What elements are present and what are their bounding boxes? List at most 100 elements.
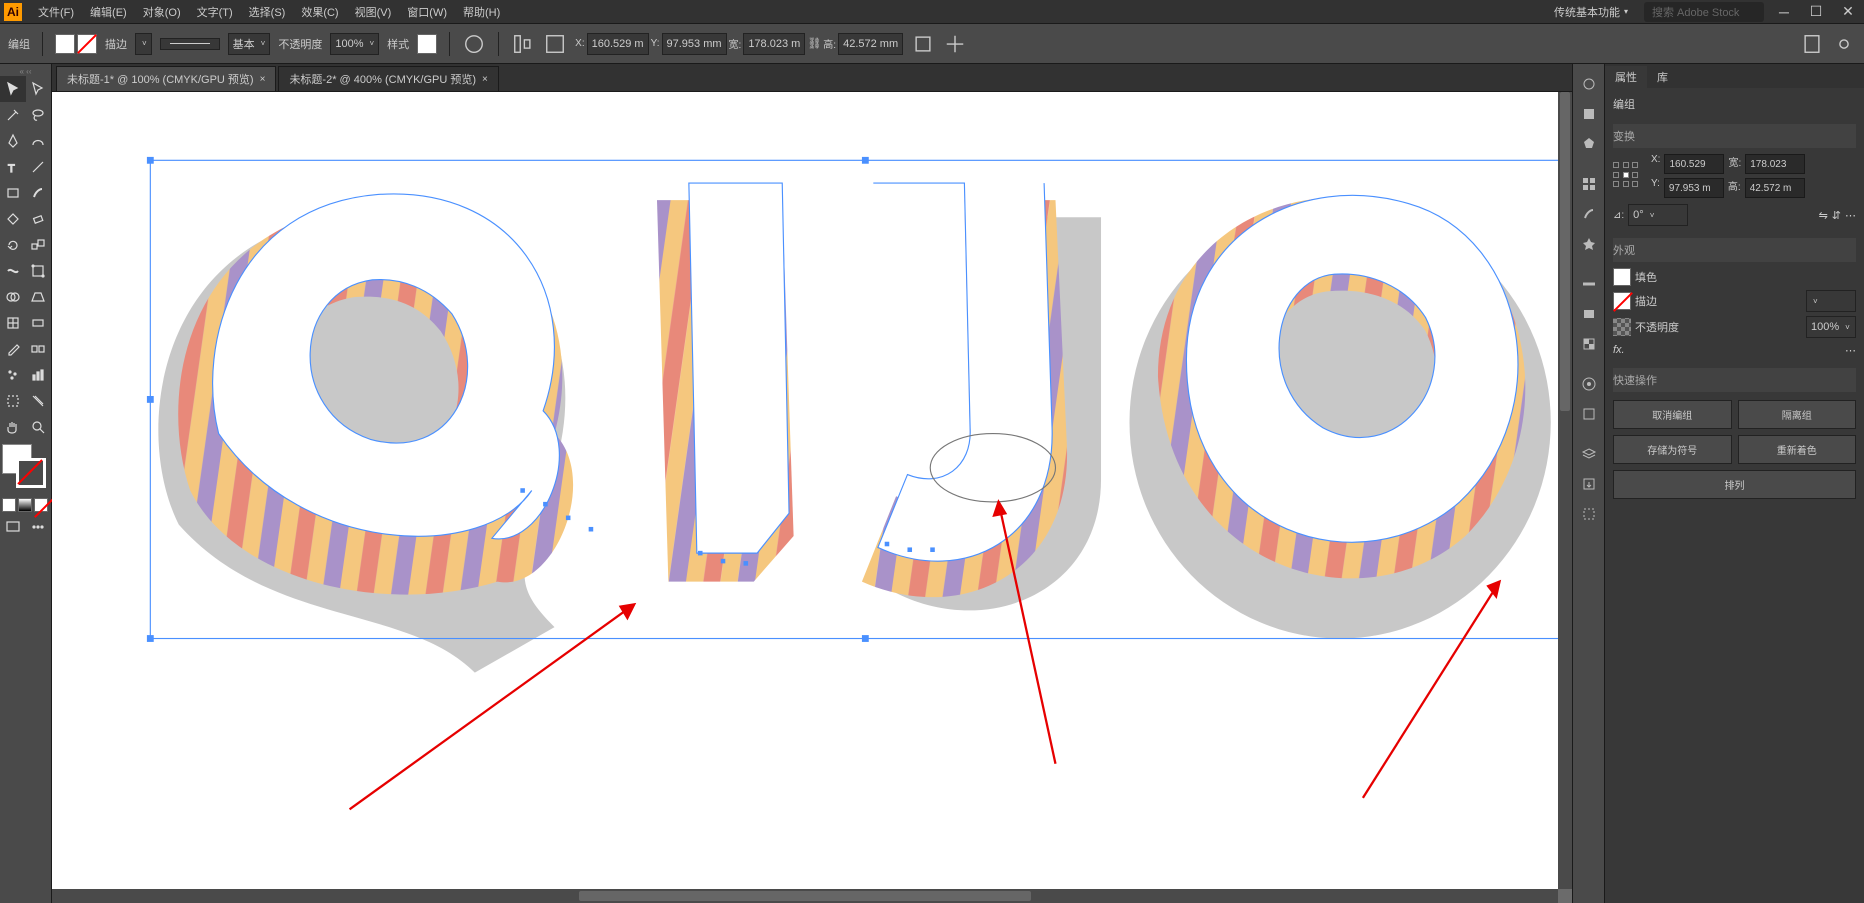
type-tool[interactable]: T (0, 154, 26, 180)
curvature-tool[interactable] (26, 128, 52, 154)
menu-file[interactable]: 文件(F) (30, 0, 82, 24)
menu-window[interactable]: 窗口(W) (399, 0, 455, 24)
menu-select[interactable]: 选择(S) (241, 0, 294, 24)
gradient-mode-swatch[interactable] (18, 498, 32, 512)
w-input[interactable]: 178.023 m (743, 33, 805, 55)
minimize-button[interactable]: ─ (1772, 2, 1796, 22)
more-options-icon[interactable]: ⋯ (1845, 209, 1856, 222)
menu-effect[interactable]: 效果(C) (293, 0, 346, 24)
prop-fill-swatch[interactable] (1613, 268, 1631, 286)
prop-angle-input[interactable]: 0° (1628, 204, 1688, 226)
transform-icon[interactable] (543, 32, 567, 56)
x-input[interactable]: 160.529 m (587, 33, 649, 55)
recolor-button[interactable]: 重新着色 (1738, 435, 1857, 464)
mesh-tool[interactable] (0, 310, 26, 336)
tab-properties[interactable]: 属性 (1605, 66, 1647, 88)
align-icon[interactable] (511, 32, 535, 56)
link-wh-icon[interactable]: ⛓ (807, 37, 821, 51)
lasso-tool[interactable] (26, 102, 52, 128)
direct-selection-tool[interactable] (26, 76, 52, 102)
y-input[interactable]: 97.953 mm (662, 33, 727, 55)
screen-mode-tool[interactable] (0, 514, 26, 540)
isolate-button[interactable]: 隔离组 (1738, 400, 1857, 429)
dock-graphicstyles-icon[interactable] (1575, 400, 1603, 428)
prop-h-input[interactable] (1745, 178, 1805, 198)
selection-tool[interactable] (0, 76, 26, 102)
search-stock[interactable]: 搜索 Adobe Stock (1644, 2, 1764, 22)
prefs-icon[interactable] (1832, 32, 1856, 56)
pen-tool[interactable] (0, 128, 26, 154)
line-tool[interactable] (26, 154, 52, 180)
stroke-profile[interactable] (160, 38, 220, 50)
fill-swatch[interactable] (55, 34, 75, 54)
perspective-tool[interactable] (26, 284, 52, 310)
zoom-tool[interactable] (26, 414, 52, 440)
dock-color-icon[interactable] (1575, 100, 1603, 128)
dock-colorguide-icon[interactable] (1575, 130, 1603, 158)
eraser-tool[interactable] (26, 206, 52, 232)
graphic-style-swatch[interactable] (417, 34, 437, 54)
flip-h-icon[interactable]: ⇋ (1819, 209, 1828, 222)
appearance-more-icon[interactable]: ⋯ (1845, 344, 1856, 357)
dock-brushes-icon[interactable] (1575, 200, 1603, 228)
fx-icon[interactable]: fx. (1613, 344, 1625, 356)
arrange-button[interactable]: 排列 (1613, 470, 1856, 499)
prop-y-input[interactable] (1664, 178, 1724, 198)
stroke-swatch[interactable] (77, 34, 97, 54)
shape-mode-icon[interactable] (911, 32, 935, 56)
scrollbar-thumb[interactable] (579, 891, 1031, 901)
menu-edit[interactable]: 编辑(E) (82, 0, 135, 24)
prop-w-input[interactable] (1745, 154, 1805, 174)
symbol-spray-tool[interactable] (0, 362, 26, 388)
h-input[interactable]: 42.572 mm (838, 33, 903, 55)
none-mode-swatch[interactable] (34, 498, 48, 512)
document-tab-1[interactable]: 未标题-1* @ 100% (CMYK/GPU 预览)× (56, 66, 276, 91)
menu-object[interactable]: 对象(O) (135, 0, 189, 24)
tab-close-icon[interactable]: × (260, 74, 266, 85)
dock-artboards-icon[interactable] (1575, 500, 1603, 528)
hand-tool[interactable] (0, 414, 26, 440)
doc-setup-icon[interactable] (1800, 32, 1824, 56)
artboard-tool[interactable] (0, 388, 26, 414)
dock-appearance-icon[interactable] (1575, 370, 1603, 398)
shape-builder-tool[interactable] (0, 284, 26, 310)
recolor-icon[interactable] (462, 32, 486, 56)
stroke-color-box[interactable] (16, 458, 46, 488)
vertical-scrollbar[interactable] (1558, 92, 1572, 889)
dock-properties-icon[interactable] (1575, 70, 1603, 98)
gradient-tool[interactable] (26, 310, 52, 336)
free-transform-tool[interactable] (26, 258, 52, 284)
horizontal-scrollbar[interactable] (52, 889, 1558, 903)
fill-stroke-swatches[interactable] (55, 34, 97, 54)
maximize-button[interactable]: ☐ (1804, 2, 1828, 22)
prop-stroke-swatch[interactable] (1613, 292, 1631, 310)
menu-help[interactable]: 帮助(H) (455, 0, 508, 24)
workspace-switcher[interactable]: 传统基本功能 ▾ (1546, 2, 1636, 22)
canvas[interactable] (52, 92, 1558, 889)
scrollbar-thumb[interactable] (1560, 92, 1570, 411)
dock-assetexport-icon[interactable] (1575, 470, 1603, 498)
save-symbol-button[interactable]: 存储为符号 (1613, 435, 1732, 464)
dock-gradient-icon[interactable] (1575, 300, 1603, 328)
prop-opacity-swatch[interactable] (1613, 318, 1631, 336)
menu-view[interactable]: 视图(V) (347, 0, 400, 24)
fill-stroke-tool[interactable] (2, 444, 50, 492)
stroke-weight-dropdown[interactable] (135, 33, 152, 55)
tab-libraries[interactable]: 库 (1647, 66, 1678, 88)
tab-close-icon[interactable]: × (482, 74, 488, 85)
scale-tool[interactable] (26, 232, 52, 258)
shaper-tool[interactable] (0, 206, 26, 232)
rotate-tool[interactable] (0, 232, 26, 258)
toolbox-grip[interactable]: « ‹‹ (0, 66, 51, 76)
dock-layers-icon[interactable] (1575, 440, 1603, 468)
menu-type[interactable]: 文字(T) (189, 0, 241, 24)
brush-definition[interactable]: 基本 (228, 33, 271, 55)
width-tool[interactable] (0, 258, 26, 284)
dock-stroke-icon[interactable] (1575, 270, 1603, 298)
slice-tool[interactable] (26, 388, 52, 414)
isolate-icon[interactable] (943, 32, 967, 56)
prop-opacity-input[interactable]: 100% (1806, 316, 1856, 338)
dock-transparency-icon[interactable] (1575, 330, 1603, 358)
blend-tool[interactable] (26, 336, 52, 362)
prop-x-input[interactable] (1664, 154, 1724, 174)
